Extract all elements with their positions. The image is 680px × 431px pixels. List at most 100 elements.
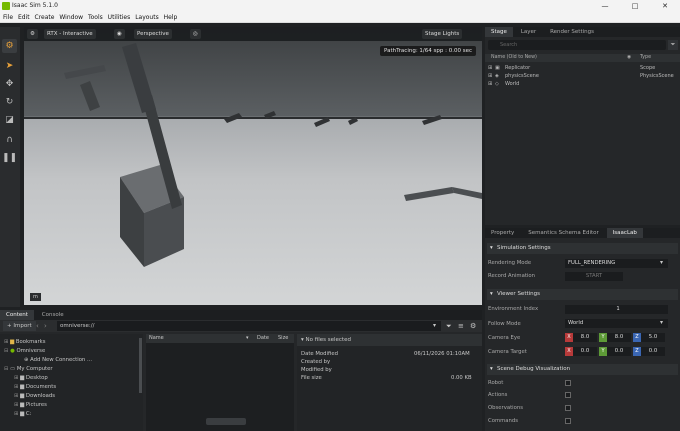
- menu-edit[interactable]: Edit: [18, 12, 30, 23]
- path-dropdown-icon[interactable]: ▾: [433, 321, 436, 331]
- viewer-settings-header[interactable]: ▾ Viewer Settings: [487, 289, 678, 300]
- tab-layer[interactable]: Layer: [515, 27, 542, 37]
- menu-tools[interactable]: Tools: [88, 12, 103, 23]
- camera-label: Perspective: [137, 31, 169, 37]
- date-modified-label: Date Modified: [301, 351, 338, 357]
- debug-actions-checkbox[interactable]: [565, 392, 571, 398]
- menu-bar: File Edit Create Window Tools Utilities …: [0, 12, 680, 23]
- eye-visibility-icon[interactable]: ◉: [114, 29, 125, 39]
- tree-item-documents[interactable]: ⊞ ▆ Documents: [14, 383, 56, 392]
- rtx-mode-button[interactable]: RTX - Interactive: [44, 29, 96, 39]
- col-file-date[interactable]: Date: [257, 334, 269, 343]
- env-index-label: Environment Index: [488, 306, 539, 312]
- scale-tool-icon[interactable]: ◪: [2, 113, 17, 127]
- move-tool-icon[interactable]: ✥: [2, 77, 17, 91]
- follow-mode-select[interactable]: World: [565, 319, 668, 328]
- col-type[interactable]: Type: [640, 54, 651, 62]
- path-tracing-status: PathTracing: 1/64 spp : 0.00 sec: [380, 46, 476, 56]
- tree-item-bookmarks[interactable]: ⊞ ▆ Bookmarks: [4, 338, 46, 347]
- tab-stage[interactable]: Stage: [485, 27, 513, 37]
- settings-gear-icon[interactable]: ⚙: [27, 29, 38, 39]
- menu-window[interactable]: Window: [59, 12, 83, 23]
- audio-icon[interactable]: ◎: [190, 29, 201, 39]
- date-modified-value: 06/11/2026 01:10AM: [414, 351, 470, 357]
- rtx-label: RTX - Interactive: [47, 31, 93, 37]
- record-start-button[interactable]: START: [565, 272, 623, 281]
- dropdown-icon: ▾: [660, 259, 664, 266]
- tree-scrollbar[interactable]: [139, 338, 142, 393]
- tree-item-my-computer[interactable]: ⊟ ▭ My Computer: [4, 365, 53, 374]
- filter-icon[interactable]: ⏷: [668, 40, 678, 50]
- file-details: ▾ No files selected Date Modified 06/11/…: [297, 334, 482, 431]
- stage-tabs: Stage Layer Render Settings: [485, 27, 680, 37]
- menu-utilities[interactable]: Utilities: [108, 12, 131, 23]
- close-window-button[interactable]: ✕: [650, 0, 680, 12]
- col-file-size[interactable]: Size: [278, 334, 288, 343]
- restore-button[interactable]: □: [620, 0, 650, 12]
- path-input[interactable]: omniverse://: [57, 321, 441, 331]
- zoom-slider[interactable]: [206, 418, 246, 425]
- tab-isaaclab[interactable]: IsaacLab: [606, 228, 643, 238]
- file-size-value: 0.00 KB: [451, 375, 472, 381]
- env-index-field[interactable]: 1: [565, 305, 668, 314]
- settings-gear-icon[interactable]: ⚙: [470, 321, 476, 331]
- tree-item-add-connection[interactable]: ⊕ Add New Connection ...: [24, 356, 92, 365]
- menu-help[interactable]: Help: [164, 12, 178, 23]
- debug-robot-label: Robot: [488, 380, 504, 386]
- snap-tool-icon[interactable]: ∩: [2, 133, 17, 147]
- menu-file[interactable]: File: [3, 12, 13, 23]
- debug-vis-header[interactable]: ▾ Scene Debug Visualization: [487, 364, 678, 375]
- robot-tool-icon[interactable]: ⚙: [2, 39, 17, 53]
- cam-target-z[interactable]: 0.0: [641, 347, 665, 356]
- stage-search-input[interactable]: Search: [488, 40, 666, 50]
- no-files-header[interactable]: ▾ No files selected: [297, 334, 482, 346]
- tree-item-c-drive[interactable]: ⊞ ▆ C:: [14, 410, 31, 419]
- cam-target-x[interactable]: 0.0: [573, 347, 597, 356]
- scene-render: [24, 43, 482, 267]
- tab-render-settings[interactable]: Render Settings: [544, 27, 600, 37]
- col-name[interactable]: Name (Old to New): [491, 54, 537, 62]
- tree-item-downloads[interactable]: ⊞ ▆ Downloads: [14, 392, 55, 401]
- tree-item-omniverse[interactable]: ⊟ ● Omniverse: [4, 347, 45, 356]
- stage-row[interactable]: ⊞ ◈ physicsScene PhysicsScene: [485, 72, 680, 80]
- property-tabs: Property Semantics Schema Editor IsaacLa…: [485, 228, 680, 238]
- menu-create[interactable]: Create: [35, 12, 55, 23]
- back-icon[interactable]: ‹: [36, 322, 39, 330]
- forward-icon[interactable]: ›: [44, 322, 47, 330]
- stage-lights-button[interactable]: Stage Lights: [422, 29, 463, 39]
- pause-tool-icon[interactable]: ❚❚: [2, 151, 17, 165]
- rendering-mode-label: Rendering Mode: [488, 260, 532, 266]
- stage-row[interactable]: ⊞ ▣ Replicator Scope: [485, 64, 680, 72]
- stage-row[interactable]: ⊞ ◇ World: [485, 80, 680, 88]
- viewport[interactable]: ⚙ RTX - Interactive ◉ Perspective ◎ Stag…: [24, 27, 482, 305]
- camera-button[interactable]: Perspective: [134, 29, 172, 39]
- select-tool-icon[interactable]: ➤: [2, 59, 17, 73]
- tab-content[interactable]: Content: [0, 310, 34, 320]
- rendering-mode-select[interactable]: FULL_RENDERING: [565, 259, 668, 268]
- tab-console[interactable]: Console: [36, 310, 70, 320]
- col-file-name[interactable]: Name: [149, 334, 164, 343]
- cam-target-y[interactable]: 0.0: [607, 347, 631, 356]
- rotate-tool-icon[interactable]: ↻: [2, 95, 17, 109]
- file-list: Name ▾ Date Size: [146, 334, 294, 431]
- tree-item-pictures[interactable]: ⊞ ▆ Pictures: [14, 401, 47, 410]
- cam-eye-y[interactable]: 8.0: [607, 333, 631, 342]
- tab-semantics[interactable]: Semantics Schema Editor: [522, 228, 605, 238]
- sort-icon[interactable]: ▾: [246, 334, 249, 343]
- sim-settings-header[interactable]: ▾ Simulation Settings: [487, 243, 678, 254]
- debug-commands-label: Commands: [488, 418, 518, 424]
- tree-item-desktop[interactable]: ⊞ ▆ Desktop: [14, 374, 48, 383]
- debug-observations-checkbox[interactable]: [565, 405, 571, 411]
- debug-robot-checkbox[interactable]: [565, 380, 571, 386]
- window-title: Isaac Sim 5.1.0: [12, 2, 58, 9]
- minimize-button[interactable]: —: [590, 0, 620, 12]
- debug-commands-checkbox[interactable]: [565, 418, 571, 424]
- cam-eye-z[interactable]: 5.0: [641, 333, 665, 342]
- camera-eye-label: Camera Eye: [488, 335, 521, 341]
- filter-icon[interactable]: ⏷: [446, 321, 452, 331]
- tab-property[interactable]: Property: [485, 228, 520, 238]
- view-list-icon[interactable]: ≡: [458, 321, 464, 331]
- menu-layouts[interactable]: Layouts: [135, 12, 159, 23]
- cam-eye-x[interactable]: 8.0: [573, 333, 597, 342]
- import-button[interactable]: + Import: [3, 321, 36, 331]
